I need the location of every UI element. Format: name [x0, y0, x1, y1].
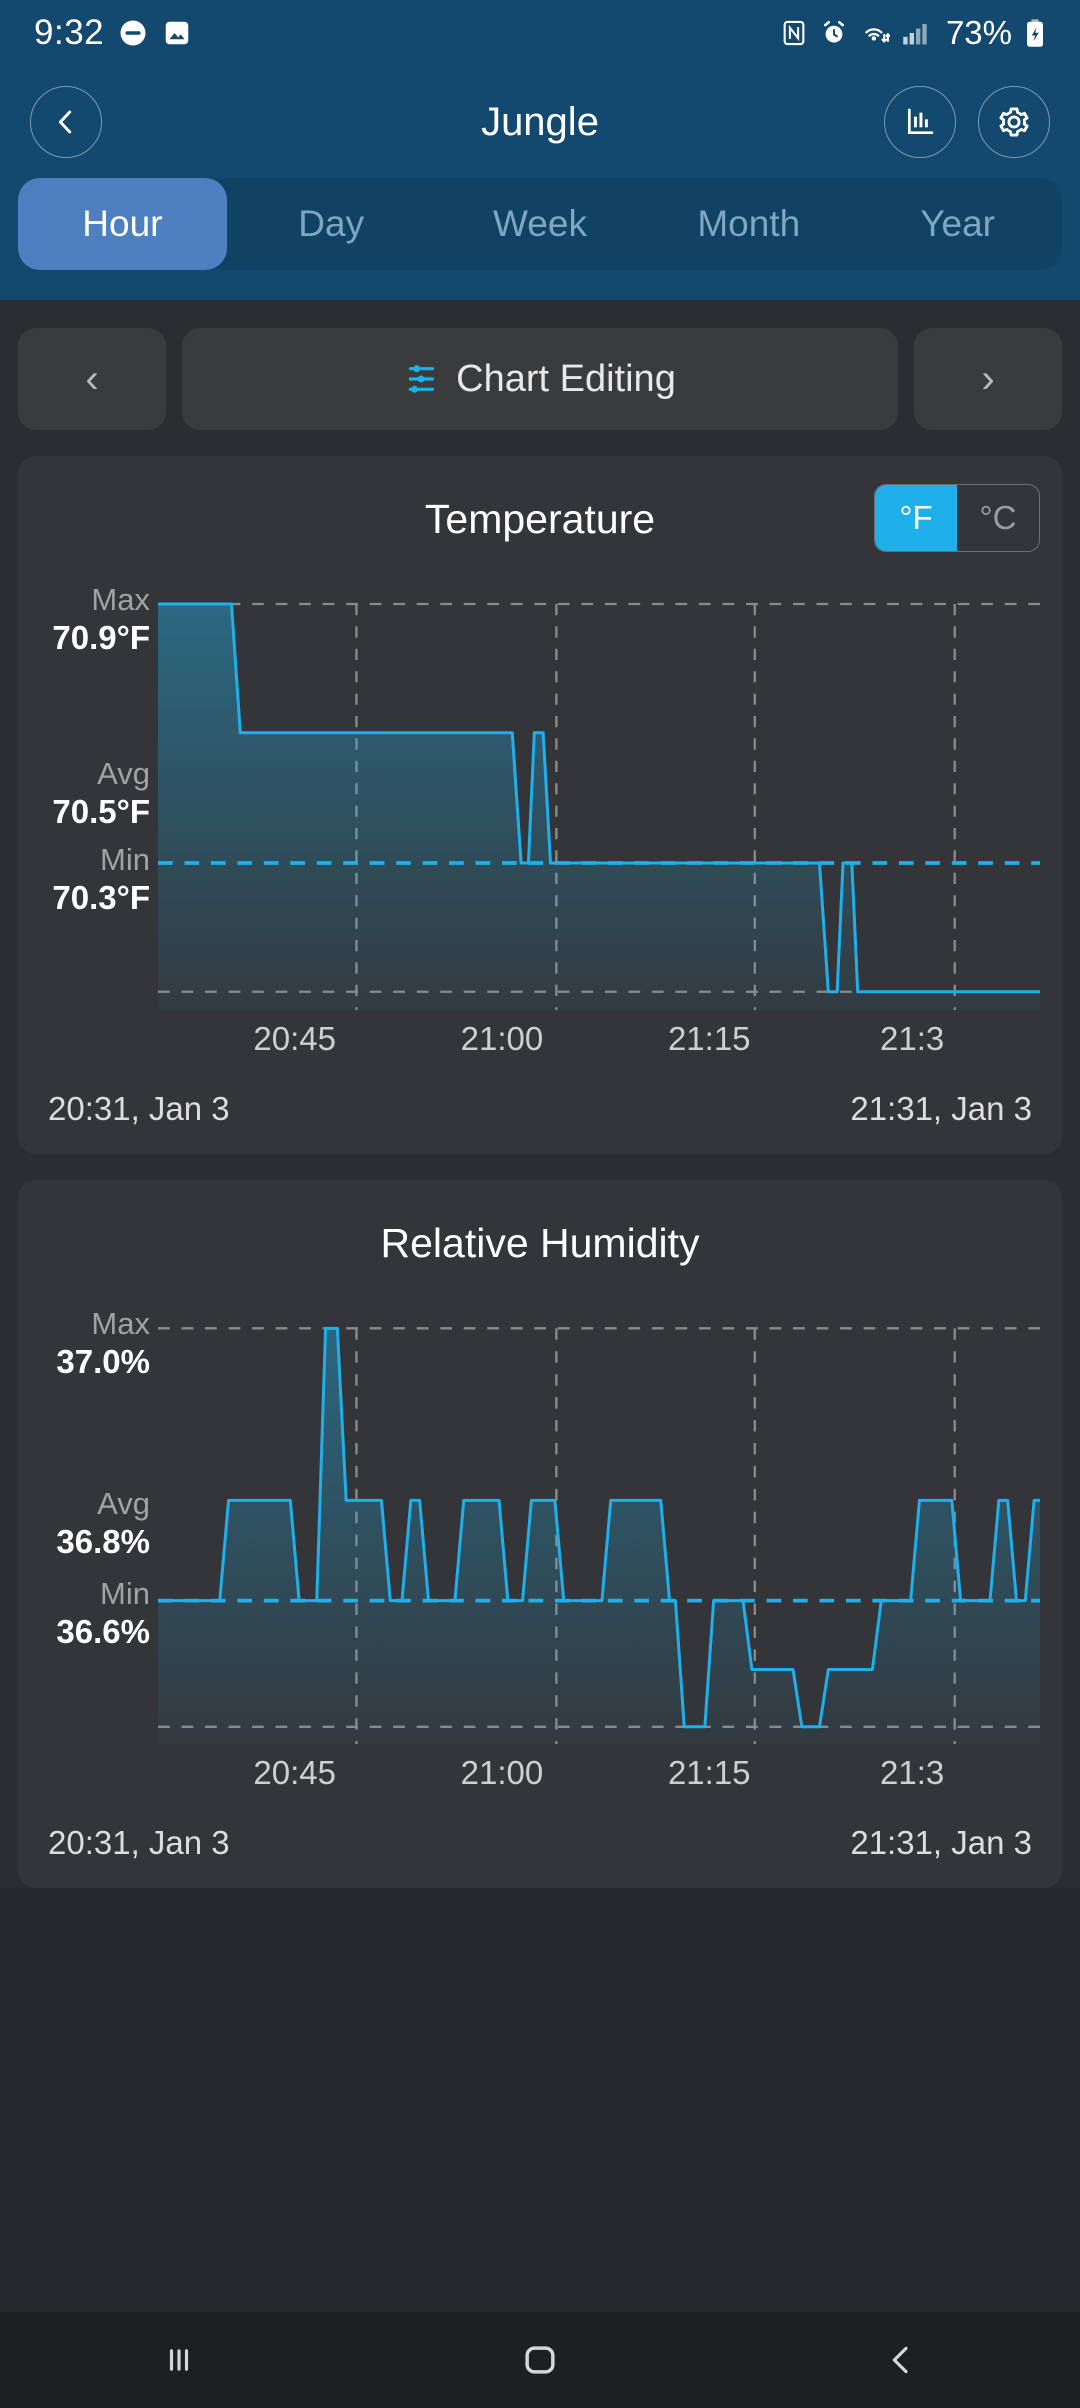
hum-xtick-3: 21:3 [879, 1754, 945, 1791]
hum-xtick-1: 21:00 [460, 1754, 544, 1791]
unit-fahrenheit-button[interactable]: °F [875, 485, 957, 551]
humidity-card: Relative Humidity Max 37.0% Avg 36.8% Mi… [18, 1180, 1062, 1888]
hum-avg-key: Avg [97, 1486, 150, 1521]
header-actions [884, 86, 1050, 158]
temp-xtick-2: 21:15 [667, 1020, 751, 1057]
tab-year[interactable]: Year [853, 178, 1062, 270]
previous-period-button[interactable]: ‹ [18, 328, 166, 430]
temperature-x-axis: 20:45 21:00 21:15 21:3 [158, 1010, 1040, 1074]
wifi-icon [860, 19, 890, 47]
temp-range-end: 21:31, Jan 3 [850, 1090, 1032, 1127]
statistics-button[interactable] [884, 86, 956, 158]
temperature-y-labels: Max 70.9°F Avg 70.5°F Min 70.3°F [46, 582, 150, 1010]
status-bar-clock: 9:32 [34, 13, 105, 52]
photo-icon [162, 18, 192, 48]
home-button[interactable] [518, 2338, 562, 2382]
humidity-title: Relative Humidity [380, 1219, 700, 1266]
tab-month[interactable]: Month [644, 178, 853, 270]
hum-max-key: Max [91, 1306, 150, 1341]
bar-chart-icon [908, 108, 934, 134]
hum-avg-value: 36.8% [56, 1522, 150, 1560]
signal-icon [902, 20, 930, 46]
humidity-plot [158, 1314, 1040, 1744]
temp-max-key: Max [91, 582, 150, 617]
alarm-icon [820, 19, 848, 47]
humidity-y-labels: Max 37.0% Avg 36.8% Min 36.6% [46, 1306, 150, 1744]
temp-range-start: 20:31, Jan 3 [48, 1090, 230, 1127]
status-bar-left: 9:32 [34, 13, 192, 53]
back-button[interactable] [30, 86, 102, 158]
hum-max-value: 37.0% [56, 1342, 150, 1380]
tab-day[interactable]: Day [227, 178, 436, 270]
temp-min-value: 70.3°F [52, 878, 150, 916]
temp-avg-key: Avg [97, 756, 150, 791]
content-area: ‹ Chart Editing › Temperature °F °C Max … [0, 300, 1080, 1888]
chart-editing-button[interactable]: Chart Editing [182, 328, 898, 430]
temp-min-key: Min [100, 842, 150, 877]
home-icon [525, 2346, 555, 2374]
settings-button[interactable] [978, 86, 1050, 158]
tune-sliders-icon [404, 360, 442, 398]
unit-toggle: °F °C [874, 484, 1040, 552]
chart-editing-label: Chart Editing [456, 357, 676, 400]
humidity-chart: Max 37.0% Avg 36.8% Min 36.6% [40, 1306, 1040, 1744]
tab-week[interactable]: Week [436, 178, 645, 270]
temperature-title: Temperature [424, 495, 656, 542]
temp-xtick-3: 21:3 [879, 1020, 945, 1057]
status-bar: 9:32 73% [0, 0, 1080, 66]
hum-xtick-0: 20:45 [253, 1754, 336, 1791]
humidity-range-row: 20:31, Jan 3 21:31, Jan 3 [40, 1824, 1040, 1866]
recents-button[interactable] [159, 2340, 199, 2380]
hum-range-start: 20:31, Jan 3 [48, 1824, 230, 1861]
chart-nav-row: ‹ Chart Editing › [18, 328, 1062, 430]
temp-avg-value: 70.5°F [52, 792, 150, 830]
hum-xtick-2: 21:15 [667, 1754, 751, 1791]
temperature-plot [158, 590, 1040, 1010]
humidity-card-header: Relative Humidity [40, 1206, 1040, 1280]
temp-xtick-1: 21:00 [460, 1020, 544, 1057]
temperature-card: Temperature °F °C Max 70.9°F Avg 70.5°F [18, 456, 1062, 1154]
temperature-chart: Max 70.9°F Avg 70.5°F Min 70.3°F [40, 582, 1040, 1010]
temp-max-value: 70.9°F [52, 618, 150, 656]
tab-hour[interactable]: Hour [18, 178, 227, 270]
battery-charging-icon [1024, 18, 1046, 48]
system-navigation-bar [0, 2312, 1080, 2408]
humidity-x-axis: 20:45 21:00 21:15 21:3 [158, 1744, 1040, 1808]
temperature-card-header: Temperature °F °C [40, 482, 1040, 556]
battery-percent-label: 73% [945, 14, 1012, 51]
back-icon [892, 2346, 908, 2374]
unit-celsius-button[interactable]: °C [957, 485, 1039, 551]
next-period-button[interactable]: › [914, 328, 1062, 430]
hum-min-value: 36.6% [56, 1612, 150, 1650]
status-bar-right: 73% [780, 14, 1046, 52]
app-screen: 9:32 73% Jungle Hour Day Week Month Year… [0, 0, 1080, 2408]
chevron-left-icon [58, 110, 72, 134]
temperature-range-row: 20:31, Jan 3 21:31, Jan 3 [40, 1090, 1040, 1132]
hum-range-end: 21:31, Jan 3 [850, 1824, 1032, 1861]
system-back-button[interactable] [881, 2340, 921, 2380]
gear-icon [999, 107, 1029, 137]
recents-icon [170, 2349, 189, 2371]
temp-xtick-0: 20:45 [253, 1020, 336, 1057]
do-not-disturb-icon [118, 18, 148, 48]
nfc-icon [780, 19, 808, 47]
app-header: Jungle [0, 66, 1080, 178]
hum-min-key: Min [100, 1576, 150, 1611]
period-tabbar: Hour Day Week Month Year [0, 178, 1080, 300]
